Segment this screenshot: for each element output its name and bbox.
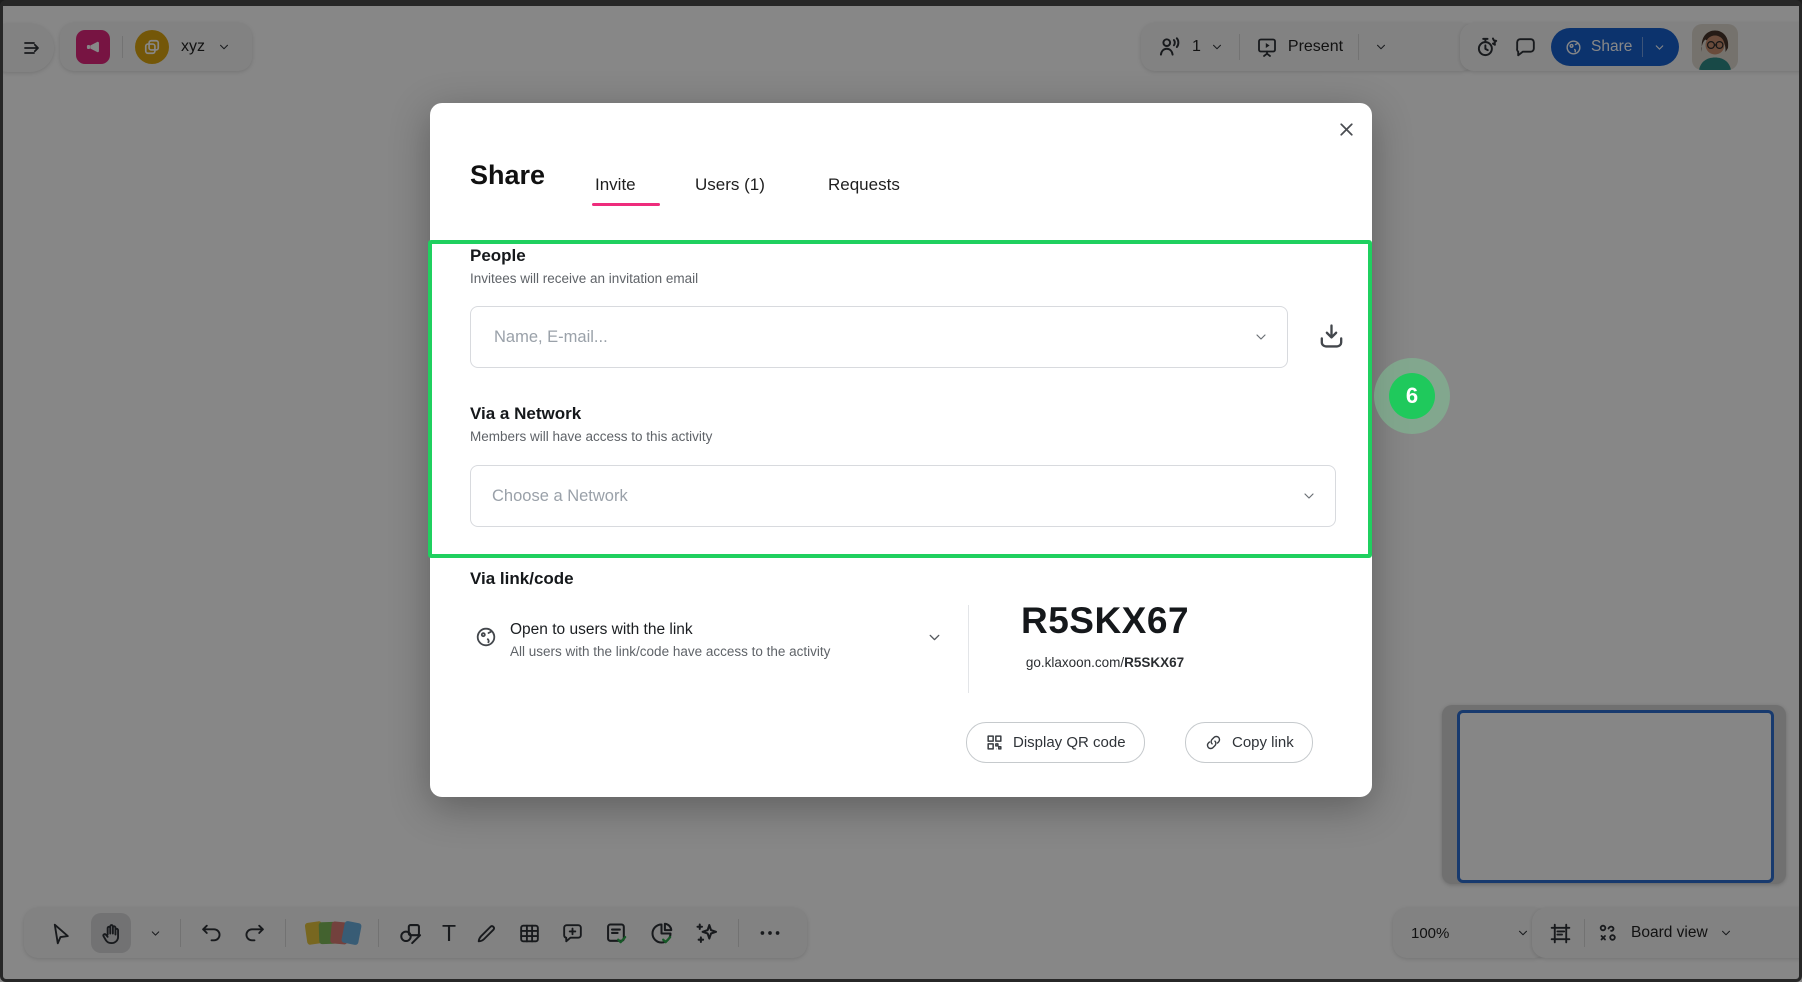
active-tab-indicator <box>592 203 660 206</box>
modal-title: Share <box>470 160 545 191</box>
close-button[interactable] <box>1326 109 1366 149</box>
invite-people-input[interactable] <box>492 327 1287 348</box>
share-code: R5SKX67 <box>935 600 1275 642</box>
invite-people-combobox[interactable] <box>470 306 1288 368</box>
tab-requests[interactable]: Requests <box>828 175 900 195</box>
network-heading: Via a Network <box>470 404 581 424</box>
display-qr-label: Display QR code <box>1013 734 1126 751</box>
copy-link-label: Copy link <box>1232 734 1294 751</box>
share-url-prefix: go.klaxoon.com/ <box>1026 655 1124 670</box>
people-heading: People <box>470 246 526 266</box>
share-url-code: R5SKX67 <box>1124 655 1184 670</box>
network-select-placeholder: Choose a Network <box>492 487 628 506</box>
link-access-subtitle: All users with the link/code have access… <box>510 644 830 659</box>
share-modal: Share Invite Users (1) Requests People I… <box>430 103 1372 797</box>
people-subheading: Invitees will receive an invitation emai… <box>470 271 698 286</box>
app-window: xyz 1 Present <box>0 0 1802 982</box>
chevron-down-icon[interactable] <box>1253 329 1269 345</box>
share-url: go.klaxoon.com/R5SKX67 <box>935 655 1275 670</box>
linkcode-heading: Via link/code <box>470 569 574 589</box>
qr-code-icon <box>985 733 1004 752</box>
link-access-title: Open to users with the link <box>510 621 693 639</box>
network-select[interactable]: Choose a Network <box>470 465 1336 527</box>
import-contacts-button[interactable] <box>1316 321 1347 352</box>
annotation-badge: 6 <box>1389 373 1435 419</box>
network-subheading: Members will have access to this activit… <box>470 429 712 444</box>
chevron-down-icon[interactable] <box>1301 488 1317 504</box>
public-globe-icon <box>474 625 498 649</box>
display-qr-button[interactable]: Display QR code <box>966 722 1145 763</box>
tab-users[interactable]: Users (1) <box>695 175 765 195</box>
copy-link-button[interactable]: Copy link <box>1185 722 1313 763</box>
annotation-badge-halo: 6 <box>1374 358 1450 434</box>
tab-invite[interactable]: Invite <box>595 175 636 195</box>
link-icon <box>1204 733 1223 752</box>
